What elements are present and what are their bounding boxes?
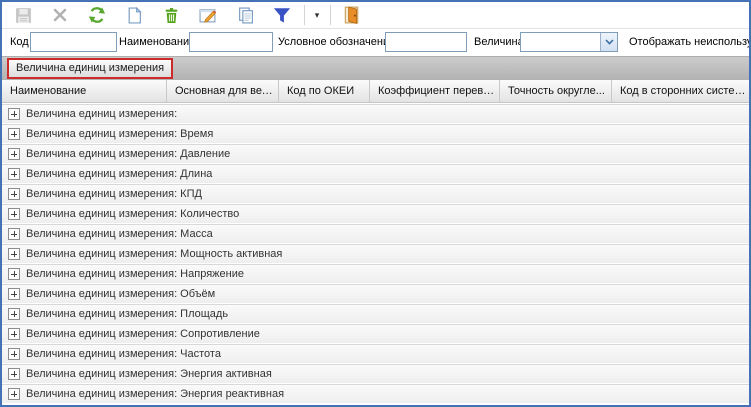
expand-plus-icon[interactable] — [8, 308, 20, 320]
expand-plus-icon[interactable] — [8, 368, 20, 380]
group-row-label: Величина единиц измерения: Сопротивление — [26, 328, 260, 340]
group-row[interactable]: Величина единиц измерения: Мощность акти… — [2, 244, 749, 263]
expand-plus-icon[interactable] — [8, 328, 20, 340]
group-row[interactable]: Величина единиц измерения: Время — [2, 124, 749, 143]
expand-plus-icon[interactable] — [8, 348, 20, 360]
column-header-3[interactable]: Коэффициент перевод... — [370, 80, 500, 102]
toolbar-separator — [304, 5, 305, 25]
code-filter-input[interactable] — [30, 32, 117, 52]
group-row-label: Величина единиц измерения: Масса — [26, 228, 213, 240]
expand-plus-icon[interactable] — [8, 148, 20, 160]
column-header-0[interactable]: Наименование — [2, 80, 167, 102]
filter-bar: Код Наименование Условное обозначение Ве… — [2, 29, 749, 56]
filter-icon — [273, 7, 291, 24]
group-row-label: Величина единиц измерения: Объём — [26, 288, 215, 300]
delete-trash-icon — [163, 7, 180, 24]
tab-unit-quantities[interactable]: Величина единиц измерения — [7, 58, 173, 79]
group-row-label: Величина единиц измерения: Энергия актив… — [26, 368, 272, 380]
group-row-label: Величина единиц измерения: Время — [26, 128, 213, 140]
group-row-label: Величина единиц измерения: Давление — [26, 148, 230, 160]
expand-plus-icon[interactable] — [8, 108, 20, 120]
new-document-icon — [126, 7, 143, 24]
group-row-label: Величина единиц измерения: — [26, 108, 177, 120]
delete-button[interactable] — [156, 3, 186, 27]
save-button[interactable] — [8, 3, 38, 27]
combobox-value — [521, 33, 600, 51]
show-unused-label: Отображать неиспользуемы — [629, 36, 751, 48]
exit-button[interactable] — [336, 3, 366, 27]
symbol-filter-input[interactable] — [385, 32, 467, 52]
group-row[interactable]: Величина единиц измерения: КПД — [2, 184, 749, 203]
refresh-button[interactable] — [82, 3, 112, 27]
toolbar: ▾ — [2, 2, 749, 29]
exit-door-icon — [343, 6, 360, 24]
group-row[interactable]: Величина единиц измерения: Объём — [2, 284, 749, 303]
code-filter-label: Код — [10, 36, 29, 48]
group-row[interactable]: Величина единиц измерения: Площадь — [2, 304, 749, 323]
expand-plus-icon[interactable] — [8, 288, 20, 300]
edit-button[interactable] — [193, 3, 223, 27]
group-row-label: Величина единиц измерения: Количество — [26, 208, 239, 220]
name-filter-label: Наименование — [119, 36, 195, 48]
column-header-5[interactable]: Код в сторонних системах — [612, 80, 749, 102]
expand-plus-icon[interactable] — [8, 128, 20, 140]
group-row-label: Величина единиц измерения: Напряжение — [26, 268, 244, 280]
expand-plus-icon[interactable] — [8, 208, 20, 220]
name-filter-input[interactable] — [189, 32, 273, 52]
expand-plus-icon[interactable] — [8, 388, 20, 400]
refresh-icon — [88, 6, 106, 24]
tab-bar: Величина единиц измерения — [2, 56, 749, 80]
cancel-button[interactable] — [45, 3, 75, 27]
group-row[interactable]: Величина единиц измерения: Энергия актив… — [2, 364, 749, 383]
reference-window: ▾ Код Наименование Условное обозначение … — [0, 0, 751, 407]
group-row-label: Величина единиц измерения: Длина — [26, 168, 212, 180]
expand-plus-icon[interactable] — [8, 268, 20, 280]
filter-button[interactable] — [267, 3, 297, 27]
symbol-filter-label: Условное обозначение — [278, 36, 395, 48]
value-filter-label: Величина — [474, 36, 524, 48]
value-filter-combobox[interactable] — [520, 32, 618, 52]
expand-plus-icon[interactable] — [8, 168, 20, 180]
group-row[interactable]: Величина единиц измерения: Количество — [2, 204, 749, 223]
group-row[interactable]: Величина единиц измерения: Энергия реакт… — [2, 384, 749, 403]
column-header-1[interactable]: Основная для величи... — [167, 80, 279, 102]
group-row[interactable]: Величина единиц измерения: Частота — [2, 344, 749, 363]
filter-dropdown-arrow[interactable]: ▾ — [310, 3, 324, 27]
group-row[interactable]: Величина единиц измерения: Напряжение — [2, 264, 749, 283]
cancel-icon — [52, 7, 68, 23]
column-header-2[interactable]: Код по ОКЕИ — [279, 80, 370, 102]
expand-plus-icon[interactable] — [8, 228, 20, 240]
group-row-label: Величина единиц измерения: Энергия реакт… — [26, 388, 284, 400]
group-row-label: Величина единиц измерения: Площадь — [26, 308, 228, 320]
save-icon — [15, 7, 32, 24]
group-row-label: Величина единиц измерения: Частота — [26, 348, 221, 360]
group-row[interactable]: Величина единиц измерения: Длина — [2, 164, 749, 183]
new-record-button[interactable] — [119, 3, 149, 27]
column-header-4[interactable]: Точность округле... — [500, 80, 612, 102]
copy-button[interactable] — [230, 3, 260, 27]
group-row[interactable]: Величина единиц измерения: Сопротивление — [2, 324, 749, 343]
group-row-label: Величина единиц измерения: Мощность акти… — [26, 248, 282, 260]
group-row-label: Величина единиц измерения: КПД — [26, 188, 202, 200]
group-row[interactable]: Величина единиц измерения: Масса — [2, 224, 749, 243]
toolbar-separator — [330, 5, 331, 25]
copy-icon — [237, 7, 254, 24]
expand-plus-icon[interactable] — [8, 248, 20, 260]
combobox-dropdown-button[interactable] — [600, 33, 617, 51]
grid-body: Величина единиц измерения: Величина един… — [2, 103, 749, 405]
chevron-down-icon — [605, 39, 614, 45]
grid-header-row: НаименованиеОсновная для величи...Код по… — [2, 80, 749, 103]
group-row[interactable]: Величина единиц измерения: Давление — [2, 144, 749, 163]
group-row[interactable]: Величина единиц измерения: — [2, 104, 749, 123]
expand-plus-icon[interactable] — [8, 188, 20, 200]
edit-icon — [199, 7, 217, 24]
